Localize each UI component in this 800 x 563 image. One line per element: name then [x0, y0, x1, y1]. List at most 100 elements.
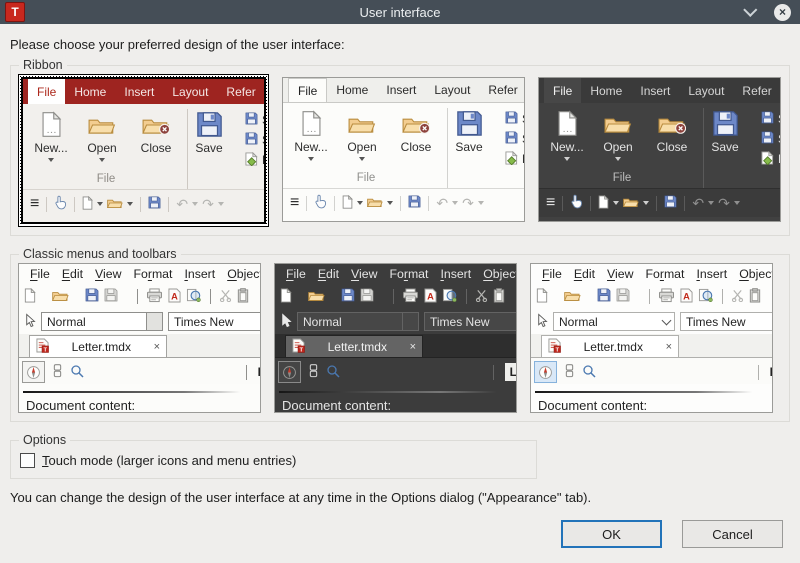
- search-icon: [582, 364, 596, 381]
- dropdown-arrow-icon: [708, 201, 715, 205]
- shade-button[interactable]: [743, 2, 759, 20]
- dropdown-arrow-icon: [387, 201, 394, 205]
- cut-scissors-icon: [731, 289, 744, 305]
- mini-save-as-button: Sa: [505, 111, 524, 127]
- mini-object-toolbar: L: [275, 358, 516, 384]
- mini-menu-edit: Edit: [317, 267, 340, 281]
- dropdown-arrow-icon: [613, 201, 620, 205]
- mini-small-buttons: Sa Sa EP: [751, 106, 780, 172]
- mini-menu-insert: Insert: [696, 267, 728, 281]
- ribbon-separator: [447, 108, 448, 188]
- open-folder-icon: [623, 196, 640, 211]
- ribbon-preview-dark[interactable]: File Home Insert Layout Refer New... Ope…: [538, 77, 781, 222]
- cancel-button[interactable]: Cancel: [682, 520, 783, 548]
- save-icon: [148, 196, 161, 212]
- mini-menu-format: Format: [389, 267, 429, 281]
- save-icon: [341, 288, 355, 305]
- mini-ribbon-tabbar: File Home Insert Layout Refer: [23, 79, 264, 104]
- classic-preview-dark[interactable]: File Edit View Format Insert Object A No…: [274, 263, 517, 413]
- cut-scissors-icon: [219, 289, 232, 305]
- mini-tab-insert: Insert: [386, 83, 417, 97]
- dropdown-arrow-icon: [217, 202, 224, 206]
- mini-tab-insert: Insert: [124, 84, 155, 99]
- mini-standard-toolbar: A: [19, 284, 260, 309]
- window-title: User interface: [359, 4, 441, 20]
- hamburger-menu-icon: ≡: [30, 195, 40, 212]
- mini-classic-ui: File Edit View Format Insert Object A No…: [274, 263, 517, 413]
- font-combobox: Times New: [168, 312, 260, 331]
- ribbon-separator: [187, 109, 188, 189]
- save-as-icon: [505, 111, 518, 127]
- ruler-corner-fragment: L: [770, 365, 772, 379]
- close-button[interactable]: ×: [774, 3, 791, 21]
- style-combobox: Normal: [41, 312, 163, 331]
- mini-tab-references: Refer: [488, 83, 518, 97]
- window-controls: ×: [743, 2, 791, 21]
- new-document-icon: [41, 108, 62, 141]
- mini-format-toolbar: Normal Times New: [275, 309, 516, 334]
- mini-menu-insert: Insert: [184, 267, 216, 281]
- print-icon: [658, 287, 675, 306]
- mini-small-buttons: Sa Sa EP: [495, 106, 524, 172]
- paste-clipboard-icon: [237, 287, 249, 306]
- mini-epub-button: EP: [245, 151, 264, 169]
- mini-ribbon-body: New... Open Close Save Sa Sa EP: [283, 103, 524, 172]
- textmaker-document-icon: T: [292, 338, 305, 356]
- dropdown-arrow-icon: [477, 201, 484, 205]
- new-document-icon: [24, 287, 36, 306]
- checkbox-box[interactable]: [20, 453, 35, 468]
- svg-text:A: A: [427, 291, 434, 301]
- classic-group-label: Classic menus and toolbars: [23, 247, 177, 261]
- mini-ribbon-tabbar: File Home Insert Layout Refer: [539, 78, 780, 103]
- mini-epub-button: EP: [505, 150, 524, 168]
- close-document-icon: [402, 107, 430, 140]
- touch-mode-rest: ouch mode (larger icons and menu entries…: [48, 453, 297, 468]
- tab-close-icon: ×: [665, 340, 672, 353]
- mini-document-content: Document content:: [26, 398, 136, 412]
- mini-ribbon-group-label: File: [96, 173, 116, 185]
- pdf-export-icon: A: [424, 288, 437, 306]
- touch-mode-checkbox[interactable]: Touch mode (larger icons and menu entrie…: [18, 449, 529, 470]
- open-folder-icon: [564, 289, 581, 305]
- mini-ribbon-tabbar: File Home Insert Layout Refer: [283, 78, 524, 103]
- chevron-down-icon: [743, 2, 758, 17]
- mini-save-as-button: Sa: [761, 111, 780, 127]
- mini-quick-access-toolbar: ≡ ↶ ↷: [23, 189, 264, 218]
- mini-tab-references: Refer: [226, 84, 256, 99]
- ribbon-preview-colorful[interactable]: File Home Insert Layout Refer New... Ope…: [18, 74, 269, 227]
- dropdown-arrow-icon: [127, 202, 134, 206]
- mini-ribbon-ui: File Home Insert Layout Refer New... Ope…: [282, 77, 525, 222]
- new-document-icon: [82, 195, 94, 213]
- options-group-label: Options: [23, 433, 67, 447]
- dialog-body: Please choose your preferred design of t…: [0, 24, 800, 563]
- mini-save-all-button: Sa: [761, 131, 780, 147]
- mini-menu-object: Object: [483, 267, 517, 281]
- save-all-icon: [360, 288, 374, 305]
- mini-menu-object: Object: [227, 267, 261, 281]
- ribbon-preview-light[interactable]: File Home Insert Layout Refer New... Ope…: [282, 77, 525, 222]
- mini-small-buttons: Sa Sa EP: [235, 107, 264, 173]
- redo-icon: ↷: [718, 195, 730, 211]
- paste-clipboard-icon: [493, 287, 505, 306]
- search-icon: [326, 364, 340, 381]
- search-icon: [70, 364, 84, 381]
- mini-menu-object: Object: [739, 267, 773, 281]
- mini-document-tab: T Letter.tmdx ×: [541, 335, 679, 357]
- print-preview-icon: [442, 288, 458, 306]
- classic-preview-modern[interactable]: File Edit View Format Insert Object A No…: [530, 263, 773, 413]
- dropdown-arrow-icon: [359, 157, 365, 161]
- save-icon: [597, 288, 611, 305]
- hamburger-menu-icon: ≡: [546, 194, 556, 211]
- classic-preview-light[interactable]: File Edit View Format Insert Object A No…: [18, 263, 261, 413]
- tab-close-icon: ×: [153, 340, 160, 353]
- save-all-icon: [505, 131, 518, 147]
- ok-button[interactable]: OK: [561, 520, 662, 548]
- dropdown-arrow-icon: [99, 158, 105, 162]
- svg-text:T: T: [556, 347, 560, 353]
- touch-pointer-icon: [54, 195, 67, 213]
- mini-epub-button: EP: [761, 150, 780, 168]
- textmaker-document-icon: T: [36, 338, 49, 356]
- mini-menu-insert: Insert: [440, 267, 472, 281]
- mini-tab-file: File: [288, 78, 328, 102]
- mini-menu-edit: Edit: [573, 267, 596, 281]
